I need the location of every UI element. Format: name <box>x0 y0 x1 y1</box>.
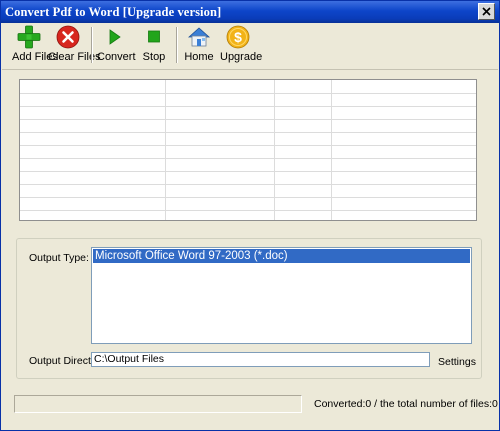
home-label: Home <box>184 51 214 63</box>
add-files-button[interactable]: Add Files <box>12 25 58 67</box>
conversion-status: Converted:0 / the total number of files:… <box>314 398 498 410</box>
house-icon <box>187 27 211 47</box>
red-x-circle-icon <box>56 25 80 49</box>
dollar-coin-icon: $ <box>226 25 250 49</box>
column-divider <box>274 80 275 220</box>
status-bar-panel <box>14 395 302 413</box>
upgrade-button[interactable]: $ Upgrade <box>220 25 263 67</box>
home-button[interactable]: Home <box>184 25 214 67</box>
output-directory-input[interactable]: C:\Output Files <box>91 352 430 367</box>
svg-text:$: $ <box>234 29 242 45</box>
table-row[interactable] <box>20 171 476 185</box>
clear-files-button[interactable]: Clear Files <box>48 25 101 67</box>
table-row[interactable] <box>20 80 476 94</box>
output-type-list[interactable]: Microsoft Office Word 97-2003 (*.doc) <box>91 247 472 344</box>
convert-button[interactable]: Convert <box>97 25 136 67</box>
settings-link[interactable]: Settings <box>438 356 476 368</box>
convert-label: Convert <box>97 51 136 63</box>
add-files-label: Add Files <box>12 51 58 63</box>
close-icon <box>482 7 491 16</box>
close-button[interactable] <box>478 3 495 20</box>
output-type-label: Output Type: <box>29 252 89 264</box>
table-row[interactable] <box>20 197 476 211</box>
output-type-option[interactable]: Microsoft Office Word 97-2003 (*.doc) <box>93 249 470 263</box>
toolbar-separator <box>91 27 93 63</box>
table-row[interactable] <box>20 145 476 159</box>
toolbar: Add Files Clear Files Convert Stop Home … <box>2 23 498 70</box>
column-divider <box>165 80 166 220</box>
app-window: Convert Pdf to Word [Upgrade version] Ad… <box>0 0 500 431</box>
file-list[interactable] <box>19 79 477 221</box>
window-title: Convert Pdf to Word [Upgrade version] <box>5 5 222 19</box>
stop-label: Stop <box>142 51 166 63</box>
table-row[interactable] <box>20 93 476 107</box>
title-bar[interactable]: Convert Pdf to Word [Upgrade version] <box>1 1 499 23</box>
clear-files-label: Clear Files <box>48 51 101 63</box>
table-row[interactable] <box>20 119 476 133</box>
table-row[interactable] <box>20 132 476 146</box>
plus-icon <box>17 25 41 49</box>
stop-square-icon <box>148 30 160 43</box>
table-row[interactable] <box>20 184 476 198</box>
table-row[interactable] <box>20 158 476 172</box>
column-divider <box>331 80 332 220</box>
upgrade-label: Upgrade <box>220 51 263 63</box>
table-row[interactable] <box>20 210 476 220</box>
stop-button[interactable]: Stop <box>140 25 168 67</box>
play-icon <box>109 29 121 45</box>
toolbar-separator <box>176 27 178 63</box>
table-row[interactable] <box>20 106 476 120</box>
